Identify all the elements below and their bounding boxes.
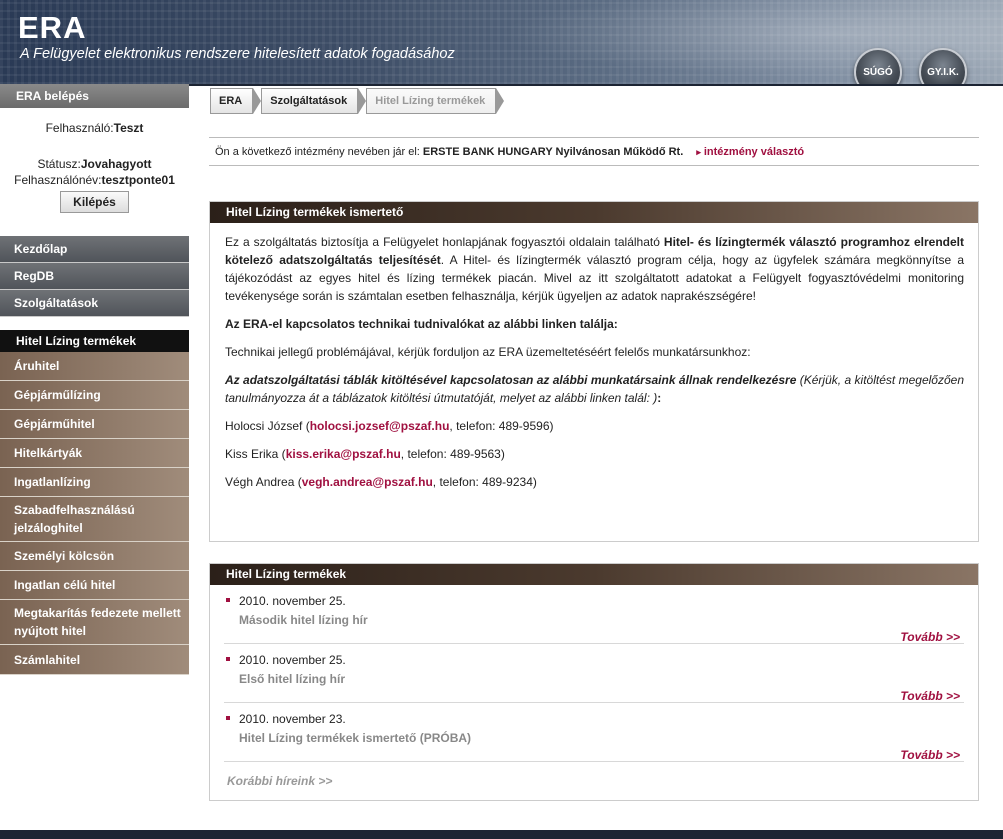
news-title: Hitel Lízing termékek ismertető (PRÓBA): [239, 731, 472, 745]
intro-panel: Hitel Lízing termékek ismertető Ez a szo…: [209, 201, 979, 542]
institution-name: ERSTE BANK HUNGARY Nyilvánosan Működő Rt…: [422, 146, 684, 158]
contact-row: Holocsi József (holocsi.jozsef@pszaf.hu,…: [225, 417, 964, 435]
news-item: 2010. november 25. Második hitel lízing …: [224, 585, 964, 644]
contacts-intro-end: :: [657, 391, 662, 405]
login-heading: ERA belépés: [0, 84, 189, 108]
news-item: 2010. november 23. Hitel Lízing termékek…: [224, 703, 964, 762]
intro-text: Ez a szolgáltatás biztosítja a Felügyele…: [225, 235, 664, 249]
main-nav: Kezdőlap RegDB Szolgáltatások: [0, 236, 189, 317]
intro-paragraph: Ez a szolgáltatás biztosítja a Felügyele…: [225, 233, 964, 305]
user-row: Felhasználó:Teszt: [0, 121, 189, 135]
username-label: Felhasználónév:: [14, 173, 102, 187]
bullet-icon: [226, 598, 230, 602]
subnav-item-ingatlanlizing[interactable]: Ingatlanlízing: [0, 468, 189, 497]
status-label: Státusz:: [37, 157, 81, 171]
breadcrumb-era[interactable]: ERA: [210, 88, 254, 114]
tech-info-heading: Az ERA-el kapcsolatos technikai tudnival…: [225, 315, 964, 333]
news-more-link[interactable]: Tovább >>: [900, 748, 960, 762]
breadcrumb-separator-icon: [253, 88, 262, 114]
institution-selector-link[interactable]: intézmény választó: [696, 146, 804, 158]
news-more-link[interactable]: Tovább >>: [900, 630, 960, 644]
app-subtitle: A Felügyelet elektronikus rendszere hite…: [20, 46, 455, 62]
older-news-link[interactable]: Korábbi híreink >>: [227, 774, 332, 788]
breadcrumb-szolgaltatasok[interactable]: Szolgáltatások: [261, 88, 359, 114]
subnav-item-gepjarmulizing[interactable]: Gépjárműlízing: [0, 381, 189, 410]
user-label: Felhasználó:: [45, 121, 114, 135]
contacts-intro: Az adatszolgáltatási táblák kitöltésével…: [225, 371, 964, 407]
bullet-icon: [226, 716, 230, 720]
breadcrumb-separator-icon: [496, 88, 505, 114]
institution-prefix: Ön a következő intézmény nevében jár el:: [215, 146, 420, 158]
subnav-item-megtakaritas-hitel[interactable]: Megtakarítás fedezete mellett nyújtott h…: [0, 600, 189, 645]
username-value: tesztponte01: [101, 173, 175, 187]
intro-panel-title: Hitel Lízing termékek ismertető: [210, 202, 978, 223]
news-title: Második hitel lízing hír: [239, 613, 368, 627]
contact-phone: , telefon: 489-9234): [432, 475, 537, 489]
status-value: Jovahagyott: [80, 157, 152, 171]
contact-row: Kiss Erika (kiss.erika@pszaf.hu, telefon…: [225, 445, 964, 463]
news-panel: Hitel Lízing termékek 2010. november 25.…: [209, 563, 979, 801]
contact-email-link[interactable]: vegh.andrea@pszaf.hu: [302, 475, 433, 489]
subnav-item-szamlahitel[interactable]: Számlahitel: [0, 645, 189, 675]
contact-email-link[interactable]: holocsi.jozsef@pszaf.hu: [310, 419, 450, 433]
contacts-intro-bold: Az adatszolgáltatási táblák kitöltésével…: [225, 373, 797, 387]
news-date: 2010. november 25.: [239, 594, 346, 608]
nav-item-regdb[interactable]: RegDB: [0, 263, 189, 290]
tech-info-text: Az ERA-el kapcsolatos technikai tudnival…: [225, 317, 618, 331]
tech-support-text: Technikai jellegű problémájával, kérjük …: [225, 345, 751, 359]
news-item: 2010. november 25. Első hitel lízing hír…: [224, 644, 964, 703]
sidebar: ERA belépés Felhasználó:Teszt Státusz:Jo…: [0, 84, 189, 839]
login-box: Felhasználó:Teszt Státusz:Jovahagyott Fe…: [0, 121, 189, 213]
subnav-item-hitelkartyak[interactable]: Hitelkártyák: [0, 439, 189, 468]
breadcrumb-current: Hitel Lízing termékek: [366, 88, 497, 114]
user-value: Teszt: [113, 121, 144, 135]
app-title: ERA: [18, 10, 87, 45]
breadcrumb: ERA Szolgáltatások Hitel Lízing termékek: [210, 88, 505, 114]
institution-bar: Ön a következő intézmény nevében jár el:…: [209, 137, 979, 166]
contact-phone: , telefon: 489-9596): [449, 419, 554, 433]
nav-item-kezdolap[interactable]: Kezdőlap: [0, 236, 189, 263]
contact-phone: , telefon: 489-9563): [400, 447, 505, 461]
subnav-heading: Hitel Lízing termékek: [0, 330, 189, 352]
intro-body: Ez a szolgáltatás biztosítja a Felügyele…: [210, 223, 978, 491]
news-title: Első hitel lízing hír: [239, 672, 346, 686]
news-panel-title: Hitel Lízing termékek: [210, 564, 978, 585]
contact-row: Végh Andrea (vegh.andrea@pszaf.hu, telef…: [225, 473, 964, 491]
subnav-item-aruhitel[interactable]: Áruhitel: [0, 352, 189, 381]
subnav-item-gepjarmuhitel[interactable]: Gépjárműhitel: [0, 410, 189, 439]
status-row: Státusz:Jovahagyott: [0, 157, 189, 171]
news-date: 2010. november 25.: [239, 653, 346, 667]
bullet-icon: [226, 657, 230, 661]
news-date: 2010. november 23.: [239, 712, 346, 726]
contact-name: Kiss Erika (: [225, 447, 286, 461]
contact-name: Végh Andrea (: [225, 475, 302, 489]
page-header: ERA A Felügyelet elektronikus rendszere …: [0, 0, 1003, 86]
contact-name: Holocsi József (: [225, 419, 310, 433]
subnav-item-ingatlan-celu-hitel[interactable]: Ingatlan célú hitel: [0, 571, 189, 600]
news-more-link[interactable]: Tovább >>: [900, 689, 960, 703]
sub-nav: Hitel Lízing termékek Áruhitel Gépjárműl…: [0, 316, 189, 675]
contact-email-link[interactable]: kiss.erika@pszaf.hu: [286, 447, 401, 461]
nav-item-szolgaltatasok[interactable]: Szolgáltatások: [0, 290, 189, 317]
username-row: Felhasználónév:tesztponte01: [0, 173, 189, 187]
subnav-item-szemelyi-kolcson[interactable]: Személyi kölcsön: [0, 542, 189, 571]
logout-button[interactable]: Kilépés: [60, 191, 129, 213]
breadcrumb-separator-icon: [358, 88, 367, 114]
subnav-item-jelzaloghitel[interactable]: Szabadfelhasználású jelzáloghitel: [0, 497, 189, 542]
footer-bar: [0, 830, 1003, 839]
